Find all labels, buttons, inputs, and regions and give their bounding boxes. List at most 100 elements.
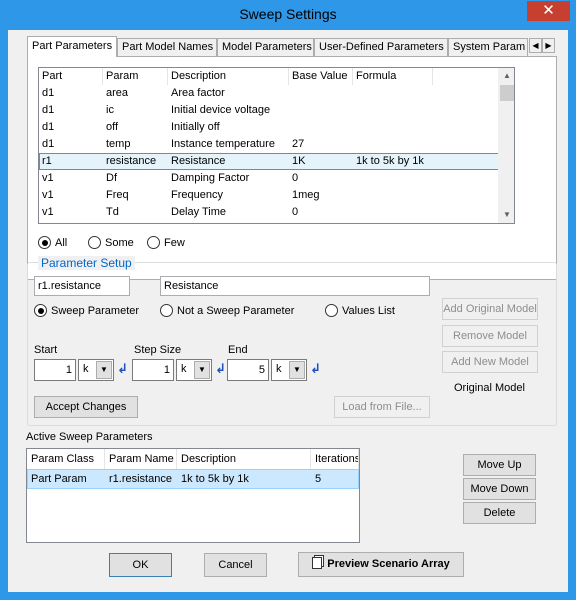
model-label: Original Model <box>454 382 525 394</box>
start-unit-select[interactable]: k ▼ <box>78 359 114 381</box>
grid-vertical-scrollbar[interactable]: ▲ ▼ <box>498 68 514 223</box>
mode-values-list[interactable]: Values List <box>325 304 395 317</box>
step-size-value-field[interactable]: 1 <box>132 359 174 381</box>
cell-description: Frequency <box>171 189 223 201</box>
column-header-formula[interactable]: Formula <box>353 68 433 85</box>
step-size-unit-select[interactable]: k ▼ <box>176 359 212 381</box>
end-value-field[interactable]: 5 <box>227 359 269 381</box>
end-unit-select[interactable]: k ▼ <box>271 359 307 381</box>
scroll-thumb[interactable] <box>500 85 514 101</box>
cell-base-value: 27 <box>292 138 305 150</box>
document-icon <box>312 557 323 569</box>
table-row[interactable]: v1 Freq Frequency 1meg <box>39 187 499 204</box>
tab-part-model-names[interactable]: Part Model Names <box>117 38 217 56</box>
add-original-model-button[interactable]: Add Original Model <box>442 298 538 320</box>
parameter-name-field[interactable]: r1.resistance <box>34 276 130 296</box>
load-from-file-button[interactable]: Load from File... <box>334 396 430 418</box>
table-row[interactable]: d1 ic Initial device voltage <box>39 102 499 119</box>
chevron-down-icon[interactable]: ▼ <box>289 361 305 379</box>
column-header-param[interactable]: Param <box>103 68 168 85</box>
title-bar: Sweep Settings ✕ <box>0 0 576 30</box>
cell-param: Td <box>106 206 119 218</box>
cell-description: Initially off <box>171 121 220 133</box>
column-header-base-value[interactable]: Base Value <box>289 68 353 85</box>
cell-param: Df <box>106 172 117 184</box>
cell-base-value <box>289 85 353 102</box>
mode-not-sweep-parameter[interactable]: Not a Sweep Parameter <box>160 304 294 317</box>
tab-part-parameters[interactable]: Part Parameters <box>27 36 117 57</box>
window-title: Sweep Settings <box>239 6 337 22</box>
filter-few-label: Few <box>164 237 185 249</box>
table-row[interactable]: d1 temp Instance temperature 27 <box>39 136 499 153</box>
filter-all-label: All <box>55 237 68 249</box>
filter-all[interactable]: All <box>38 235 67 251</box>
table-row[interactable]: d1 area Area factor <box>39 85 499 102</box>
enter-arrow-icon[interactable]: ↲ <box>117 361 128 377</box>
cell-description: Damping Factor <box>171 172 250 184</box>
table-row[interactable]: Part Param r1.resistance 1k to 5k by 1k … <box>27 469 359 489</box>
column-header-part[interactable]: Part <box>39 68 103 85</box>
grid-header: Part Param Description Base Value Formul… <box>39 68 499 85</box>
cell-formula <box>353 102 433 119</box>
column-header-description[interactable]: Description <box>177 449 311 469</box>
cancel-button[interactable]: Cancel <box>204 553 267 577</box>
ok-button[interactable]: OK <box>109 553 172 577</box>
add-new-model-button[interactable]: Add New Model <box>442 351 538 373</box>
cell-param: off <box>106 121 119 133</box>
column-header-param-class[interactable]: Param Class <box>27 449 105 469</box>
cell-description: Instance temperature <box>171 138 275 150</box>
remove-model-button[interactable]: Remove Model <box>442 325 538 347</box>
enter-arrow-icon[interactable]: ↲ <box>310 361 321 377</box>
tab-system-parameters[interactable]: System Param <box>448 38 528 56</box>
active-sweep-list[interactable]: Param Class Param Name Description Itera… <box>26 448 360 543</box>
filter-all-radio[interactable] <box>38 236 51 249</box>
parameter-setup-label: Parameter Setup <box>38 256 135 270</box>
chevron-down-icon[interactable]: ▼ <box>194 361 210 379</box>
column-header-param-name[interactable]: Param Name <box>105 449 177 469</box>
tab-scroll-right-icon[interactable]: ▶ <box>542 38 555 53</box>
cell-param: area <box>106 87 129 99</box>
tab-model-parameters[interactable]: Model Parameters <box>217 38 314 56</box>
mode-values-list-radio[interactable] <box>325 304 338 317</box>
table-row[interactable]: v1 Td Delay Time 0 <box>39 204 499 221</box>
chevron-down-icon[interactable]: ▼ <box>96 361 112 379</box>
tab-scroll-left-icon[interactable]: ◀ <box>529 38 542 53</box>
scroll-up-icon[interactable]: ▲ <box>499 68 514 84</box>
row-param-class: Part Param <box>31 473 87 485</box>
part-parameters-grid[interactable]: Part Param Description Base Value Formul… <box>38 67 515 224</box>
row-description: 1k to 5k by 1k <box>181 473 249 485</box>
cell-base-value: 1K <box>292 155 306 167</box>
active-sweep-header: Param Class Param Name Description Itera… <box>27 449 359 469</box>
table-row[interactable]: r1 resistance Resistance 1K 1k to 5k by 1k <box>39 153 499 170</box>
delete-button[interactable]: Delete <box>463 502 536 524</box>
filter-few[interactable]: Few <box>147 235 185 251</box>
cell-formula <box>353 85 433 102</box>
move-up-button[interactable]: Move Up <box>463 454 536 476</box>
start-value-field[interactable]: 1 <box>34 359 76 381</box>
filter-few-radio[interactable] <box>147 236 160 249</box>
dialog-body: Part Parameters Part Model Names Model P… <box>8 30 568 592</box>
cell-base-value: 0 <box>292 172 299 184</box>
enter-arrow-icon[interactable]: ↲ <box>215 361 226 377</box>
filter-some-radio[interactable] <box>88 236 101 249</box>
cell-formula: 1k to 5k by 1k <box>356 155 424 167</box>
mode-sweep-parameter-radio[interactable] <box>34 304 47 317</box>
accept-changes-button[interactable]: Accept Changes <box>34 396 138 418</box>
table-row[interactable]: d1 off Initially off <box>39 119 499 136</box>
end-unit-value: k <box>276 363 282 375</box>
mode-sweep-parameter[interactable]: Sweep Parameter <box>34 304 139 317</box>
close-button[interactable]: ✕ <box>527 1 570 21</box>
column-header-description[interactable]: Description <box>168 68 289 85</box>
scroll-down-icon[interactable]: ▼ <box>499 207 514 223</box>
cell-base-value: 1meg <box>292 189 320 201</box>
table-row[interactable]: v1 Df Damping Factor 0 <box>39 170 499 187</box>
preview-scenario-array-button[interactable]: Preview Scenario Array <box>298 552 464 577</box>
move-down-button[interactable]: Move Down <box>463 478 536 500</box>
tab-strip: Part Parameters Part Model Names Model P… <box>27 36 557 57</box>
parameter-description-field[interactable]: Resistance <box>160 276 430 296</box>
column-header-iterations[interactable]: Iterations <box>311 449 359 469</box>
filter-some[interactable]: Some <box>88 235 134 251</box>
mode-not-sweep-parameter-radio[interactable] <box>160 304 173 317</box>
cell-param: ic <box>106 104 114 116</box>
tab-user-defined-parameters[interactable]: User-Defined Parameters <box>314 38 448 56</box>
